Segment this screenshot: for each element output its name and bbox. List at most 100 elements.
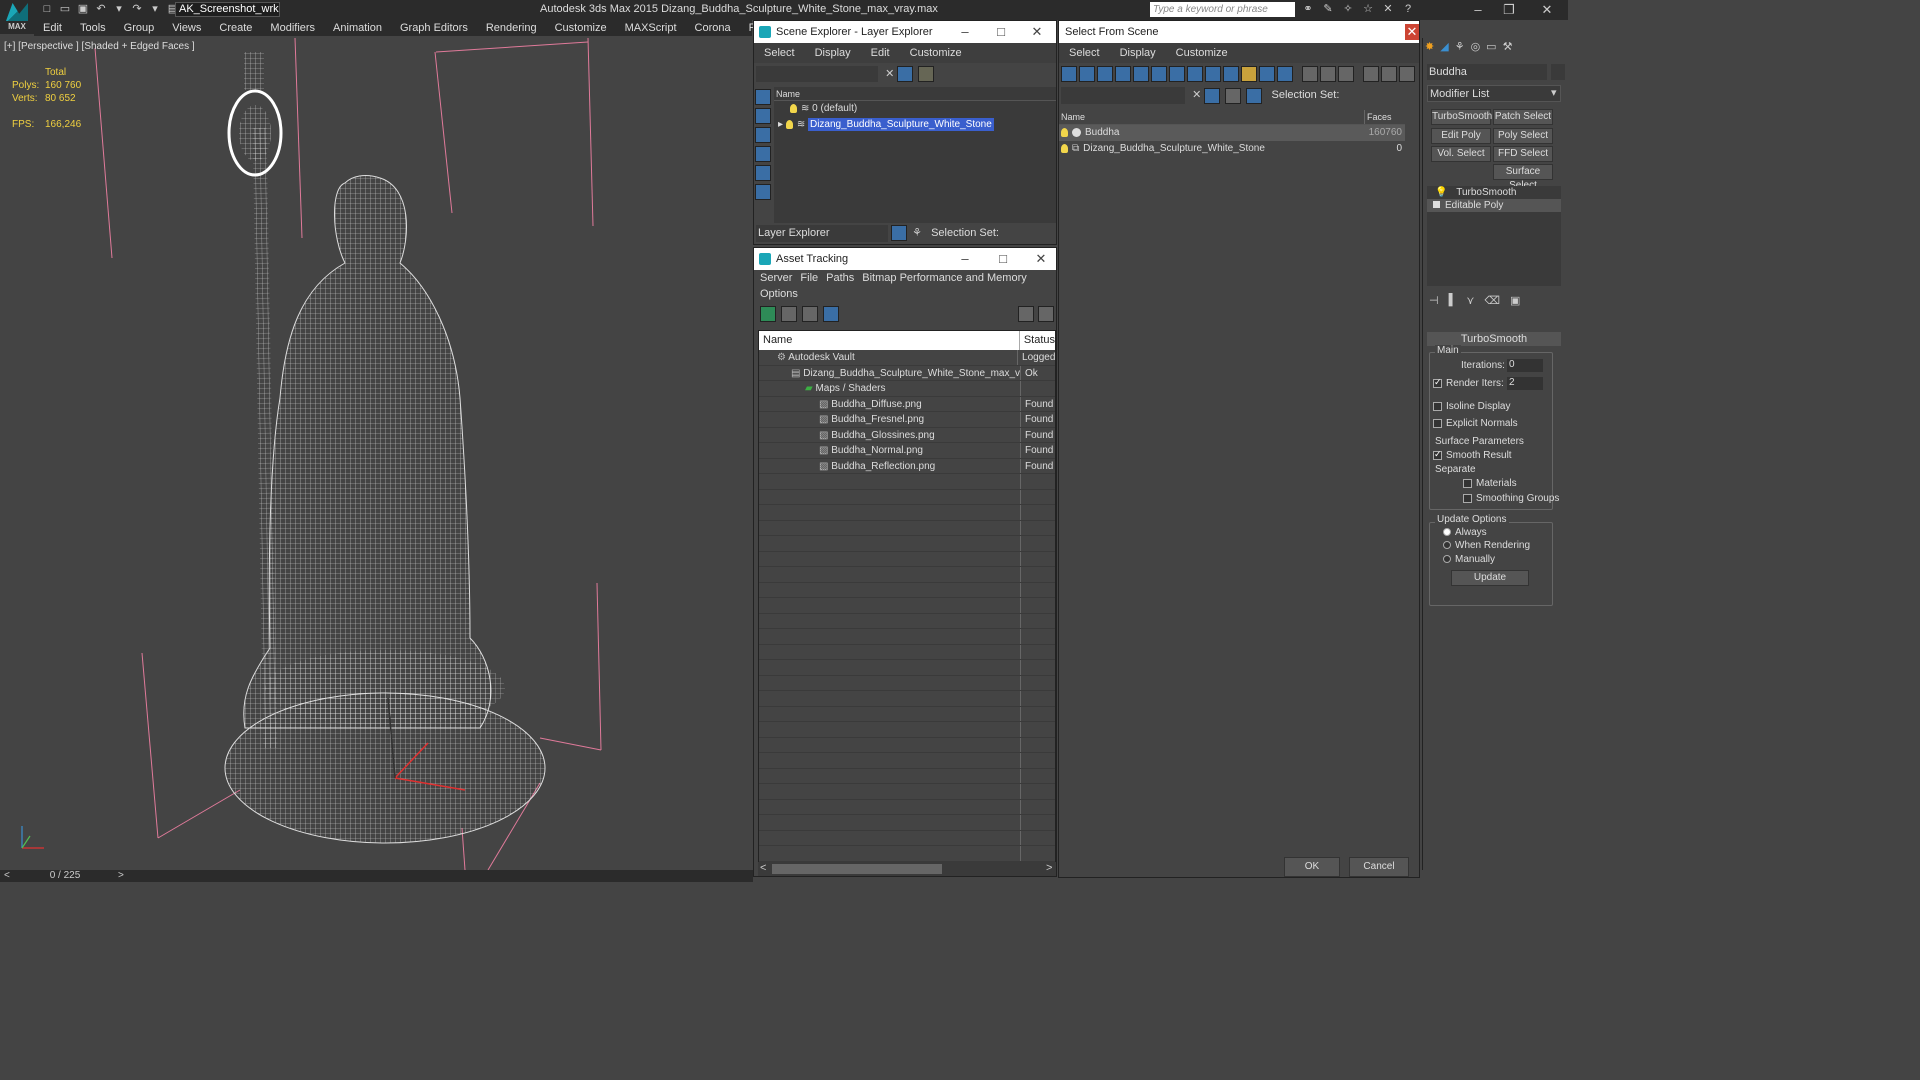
chevron-down-icon[interactable]: ▾ [1551,86,1557,99]
sfs-row[interactable]: ⧉ Dizang_Buddha_Sculpture_White_Stone 0 [1059,141,1405,157]
menu-modifiers[interactable]: Modifiers [261,20,324,36]
display-geometry-icon[interactable] [1061,66,1077,82]
visibility-bulb-icon[interactable] [785,119,793,129]
cancel-button[interactable]: Cancel [1349,857,1409,877]
at-row[interactable]: ⚙ Autodesk Vault Logged [759,350,1055,366]
layer-row[interactable]: ≋ 0 (default) [774,101,1056,117]
object-color-swatch[interactable] [1551,64,1565,80]
iterations-spinner[interactable]: 0 [1507,359,1543,372]
help-icon[interactable] [1018,306,1034,322]
display-shapes-icon[interactable] [1079,66,1095,82]
turbosmooth-rollout-header[interactable]: TurboSmooth [1427,332,1561,346]
menu-maxscript[interactable]: MAXScript [616,20,686,36]
hierarchy-icon[interactable] [1381,66,1398,82]
time-prev-icon[interactable]: < [4,870,10,881]
sfs-col-faces[interactable]: Faces [1364,110,1404,124]
sfs-row[interactable]: Buddha 160760 [1059,125,1405,141]
sfs-find-input[interactable] [1061,87,1185,104]
perspective-viewport[interactable] [0,37,753,871]
select-none-icon[interactable] [1320,66,1337,82]
display-spacewarps-icon[interactable] [1151,66,1167,82]
minimize-icon[interactable]: – [950,248,980,270]
display-frozen-icon[interactable] [1241,66,1257,82]
at-row[interactable]: ▧ Buddha_Reflection.png Found [759,458,1055,474]
undo-dropdown-icon[interactable]: ▾ [112,2,126,16]
maximize-icon[interactable]: □ [988,248,1018,270]
explorer-mode-dropdown[interactable]: Layer Explorer [756,225,888,242]
at-menu-paths[interactable]: Paths [822,270,858,286]
layer-explorer-icon[interactable] [891,225,908,242]
restore-icon[interactable]: ❐ [1494,0,1524,20]
viewport-label[interactable]: [+] [Perspective ] [Shaded + Edged Faces… [4,41,195,52]
ffd-select-button[interactable]: FFD Select [1493,146,1553,162]
tools-icon[interactable]: ✎ [1320,2,1336,17]
at-row[interactable]: ▰ Maps / Shaders [759,381,1055,397]
explicit-normals-checkbox[interactable] [1433,418,1442,428]
workspace-selector[interactable]: AK_Screenshot_wrksp [175,2,280,17]
scroll-thumb[interactable] [772,864,942,874]
at-row[interactable]: ▧ Buddha_Normal.png Found [759,443,1055,459]
menu-animation[interactable]: Animation [324,20,391,36]
scroll-left-icon[interactable]: < [760,862,766,874]
refresh-icon[interactable] [760,306,776,322]
layer-row[interactable]: ▸ ≋ Dizang_Buddha_Sculpture_White_Stone [774,117,1056,133]
close-icon[interactable]: ✕ [1026,248,1056,270]
binoculars-icon[interactable]: ⚭ [1300,2,1316,17]
materials-checkbox[interactable] [1463,478,1472,488]
render-iters-checkbox[interactable] [1433,377,1442,388]
display-containers-icon[interactable] [1223,66,1239,82]
open-file-icon[interactable]: ▭ [58,2,72,16]
at-col-status[interactable]: Status [1020,331,1055,350]
ok-button[interactable]: OK [1284,857,1340,877]
smooth-result-checkbox[interactable] [1433,449,1442,460]
make-unique-icon[interactable]: ⋎ [1466,294,1474,310]
display-lights-icon[interactable] [755,127,771,143]
isoline-checkbox[interactable] [1433,401,1442,411]
layers-icon[interactable] [1225,87,1242,104]
sfs-menu-select[interactable]: Select [1059,43,1110,63]
se-menu-select[interactable]: Select [754,43,805,63]
at-hscrollbar[interactable]: < > [758,862,1056,876]
vol-select-button[interactable]: Vol. Select [1431,146,1491,162]
motion-tab-icon[interactable]: ◎ [1471,40,1481,60]
close-icon[interactable]: ✕ [1405,24,1419,40]
minimize-icon[interactable]: – [1463,0,1493,20]
menu-create[interactable]: Create [210,20,261,36]
asset-tracking-titlebar[interactable]: Asset Tracking – □ ✕ [754,248,1056,270]
at-col-name[interactable]: Name [759,331,1020,350]
clear-icon[interactable]: ✕ [885,68,894,80]
new-file-icon[interactable]: □ [40,2,54,16]
list-view-icon[interactable] [781,306,798,322]
app-logo[interactable]: MAX [0,0,34,34]
stack-item[interactable]: Editable Poly [1427,199,1561,212]
display-bones-icon[interactable] [1205,66,1221,82]
turbosmooth-button[interactable]: TurboSmooth [1431,109,1492,125]
display-spacewarps-icon[interactable] [755,184,771,200]
subscription-icon[interactable]: ✧ [1340,2,1356,17]
time-slider[interactable]: < 0 / 225 > [0,870,753,882]
expand-arrow-icon[interactable]: ▸ [778,119,786,130]
menu-corona[interactable]: Corona [686,20,740,36]
time-next-icon[interactable]: > [118,870,124,881]
when-rendering-radio[interactable] [1443,541,1451,550]
patch-select-button[interactable]: Patch Select [1493,109,1553,125]
collapse-icon[interactable] [1399,66,1416,82]
lightbulb-icon[interactable]: 💡 [1435,187,1450,198]
thumbnail-view-icon[interactable] [802,306,819,322]
hierarchy-icon[interactable]: ⚘ [912,227,922,239]
at-menu-bitmap[interactable]: Bitmap Performance and Memory [858,270,1030,286]
pin-stack-icon[interactable]: ⊣ [1429,294,1439,310]
sfs-col-name[interactable]: Name [1059,110,1364,124]
menu-group[interactable]: Group [115,20,164,36]
sfs-titlebar[interactable]: Select From Scene ✕ [1059,21,1419,43]
surface-select-button[interactable]: Surface Select [1493,164,1553,191]
visibility-bulb-icon[interactable] [790,103,797,113]
visibility-bulb-icon[interactable] [1061,143,1068,153]
sfs-menu-customize[interactable]: Customize [1166,43,1238,63]
redo-icon[interactable]: ↷ [130,2,144,16]
select-all-icon[interactable] [1302,66,1319,82]
create-tab-icon[interactable]: ✸ [1425,40,1434,60]
remove-modifier-icon[interactable]: ⌫ [1484,294,1500,310]
table-view-icon[interactable] [823,306,840,322]
layer-toggle-icon[interactable] [918,66,935,82]
